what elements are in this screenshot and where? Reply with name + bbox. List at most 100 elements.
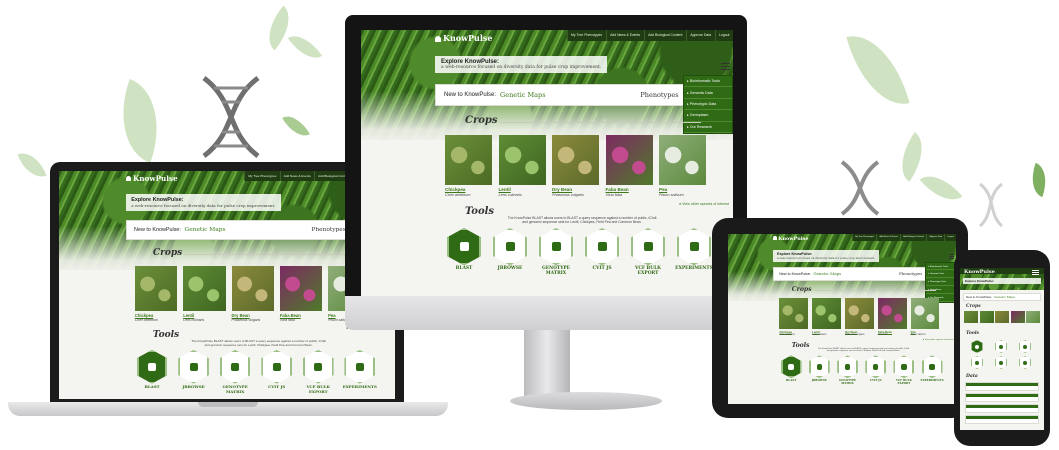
tool-label[interactable]: CVIT JS: [863, 379, 889, 382]
dropdown-menu-item[interactable]: ▸ Phenotypic Data: [926, 278, 955, 287]
crop-card[interactable]: Faba Bean Vicia faba: [605, 135, 653, 201]
new-link[interactable]: Genetic Maps: [500, 91, 546, 99]
crop-image[interactable]: [445, 135, 492, 185]
crop-name[interactable]: Lentil: [183, 313, 194, 318]
tool-label[interactable]: JBROWSE: [806, 379, 832, 382]
nav-link[interactable]: Approve Data: [685, 30, 715, 41]
tool-hexagon-icon[interactable]: [178, 349, 209, 384]
nav-link[interactable]: My Tree Phenotypes: [566, 30, 606, 41]
tool-item[interactable]: CVIT JS: [581, 228, 623, 272]
crop-card[interactable]: Chickpea Cicer arietinum: [445, 135, 492, 201]
tool-hexagon-icon[interactable]: [995, 356, 1007, 369]
tool-item[interactable]: CVIT JS: [258, 349, 296, 390]
tool-label[interactable]: EXPERIMENTS: [341, 385, 379, 389]
crop-name[interactable]: Dry Bean: [232, 313, 250, 318]
crop-image[interactable]: [1026, 311, 1040, 323]
crop-image[interactable]: [134, 265, 178, 311]
tool-item[interactable]: VCF BULK EXPORT: [891, 355, 917, 385]
phenotypes-tab[interactable]: Phenotypes: [640, 91, 678, 99]
tool-item[interactable]: [1016, 340, 1034, 353]
nav-link[interactable]: Approve Data: [926, 234, 944, 241]
tool-hexagon-icon[interactable]: [344, 349, 376, 384]
crop-card[interactable]: Faba Bean Vicia faba: [279, 265, 323, 326]
crop-name[interactable]: Dry Bean: [552, 187, 572, 192]
crop-image[interactable]: [779, 298, 809, 329]
crop-name[interactable]: Pea: [659, 187, 667, 192]
crop-image[interactable]: [183, 265, 226, 311]
crop-image[interactable]: [877, 298, 907, 329]
site-logo[interactable]: KnowPulse: [435, 33, 492, 43]
nav-link[interactable]: My Tree Phenotypes: [244, 171, 279, 181]
tool-hexagon-icon[interactable]: [865, 355, 887, 379]
crop-image[interactable]: [552, 135, 599, 185]
crop-card[interactable]: Lentil Lens culinaris: [812, 298, 842, 338]
crop-card[interactable]: Lentil Lens culinaris: [498, 135, 546, 201]
tool-hexagon-icon[interactable]: [585, 228, 619, 266]
nav-link[interactable]: Add News & Events: [605, 30, 644, 41]
tool-hexagon-icon[interactable]: [302, 349, 334, 384]
site-logo[interactable]: KnowPulse: [125, 174, 178, 183]
data-panel[interactable]: [965, 393, 1039, 402]
tool-hexagon-icon[interactable]: [1019, 356, 1031, 369]
tool-hexagon-icon[interactable]: [493, 228, 527, 266]
tool-label[interactable]: CVIT JS: [581, 267, 623, 272]
nav-link[interactable]: Add News & Events: [279, 171, 314, 181]
tool-hexagon-icon[interactable]: [837, 355, 858, 379]
crop-name[interactable]: Chickpea: [445, 187, 465, 192]
view-other-species-link[interactable]: ● View other species of interest: [679, 202, 729, 206]
tool-item[interactable]: VCF BULK EXPORT: [627, 228, 669, 277]
tool-hexagon-icon[interactable]: [808, 355, 830, 379]
tool-hexagon-icon[interactable]: [677, 228, 711, 266]
tool-hexagon-icon[interactable]: [219, 349, 251, 384]
tool-item[interactable]: GENOTYPE MATRIX: [535, 228, 577, 277]
crop-image[interactable]: [845, 298, 874, 329]
crop-card[interactable]: Dry Bean Phaseolus vulgaris: [845, 298, 874, 338]
tool-hexagon-icon[interactable]: [447, 228, 481, 266]
tool-item[interactable]: BLAST: [778, 355, 804, 382]
crop-image[interactable]: [605, 135, 653, 185]
data-panel[interactable]: [965, 415, 1039, 424]
site-logo[interactable]: KnowPulse: [964, 269, 995, 275]
data-panel[interactable]: [965, 404, 1039, 413]
tool-label[interactable]: EXPERIMENTS: [673, 267, 715, 272]
tool-item[interactable]: EXPERIMENTS: [919, 355, 945, 382]
crop-card[interactable]: [995, 311, 1009, 327]
tool-hexagon-icon[interactable]: [631, 228, 665, 266]
tool-item[interactable]: GENOTYPE MATRIX: [835, 355, 861, 385]
crop-card[interactable]: [979, 311, 994, 327]
crop-image[interactable]: [1010, 311, 1025, 323]
crop-card[interactable]: [964, 311, 978, 327]
new-link[interactable]: Genetic Maps: [994, 295, 1015, 299]
tool-label[interactable]: GENOTYPE MATRIX: [835, 379, 861, 385]
crop-card[interactable]: Dry Bean Phaseolus vulgaris: [231, 265, 274, 326]
new-link[interactable]: Genetic Maps: [813, 271, 841, 276]
dropdown-menu-item[interactable]: ▸ Bioinformatic Tools: [684, 76, 732, 88]
phenotypes-tab[interactable]: Phenotypes: [311, 227, 345, 233]
tool-label[interactable]: BLAST: [443, 267, 485, 272]
tool-hexagon-icon[interactable]: [971, 340, 983, 353]
tool-item[interactable]: CVIT JS: [863, 355, 889, 382]
nav-link[interactable]: Logout: [714, 30, 733, 41]
crop-card[interactable]: Chickpea Cicer arietinum: [134, 265, 178, 326]
tool-item[interactable]: JBROWSE: [489, 228, 531, 272]
dropdown-menu-item[interactable]: ▸ Germplasm: [684, 110, 732, 122]
dropdown-menu-item[interactable]: ▸ Our Research: [684, 122, 732, 133]
tool-hexagon-icon[interactable]: [1019, 340, 1031, 353]
nav-link[interactable]: Add Biological Content: [900, 234, 926, 241]
crop-image[interactable]: [279, 265, 323, 311]
hamburger-icon[interactable]: [1032, 270, 1039, 276]
tool-hexagon-icon[interactable]: [261, 349, 293, 384]
dropdown-menu-item[interactable]: ▸ Bioinformatic Tools: [926, 263, 955, 271]
tool-item[interactable]: VCF BULK EXPORT: [299, 349, 337, 394]
tool-item[interactable]: [968, 340, 986, 353]
dropdown-menu-item[interactable]: ▸ Phenotypic Data: [684, 99, 732, 111]
data-panel[interactable]: [965, 382, 1039, 391]
tool-item[interactable]: BLAST: [443, 228, 485, 272]
tool-hexagon-icon[interactable]: [780, 355, 802, 379]
crop-image[interactable]: [995, 311, 1009, 323]
tool-item[interactable]: [1016, 356, 1034, 369]
crop-card[interactable]: Faba Bean Vicia faba: [877, 298, 907, 338]
tool-label[interactable]: GENOTYPE MATRIX: [216, 385, 254, 393]
tool-hexagon-icon[interactable]: [995, 340, 1007, 353]
tool-label[interactable]: VCF BULK EXPORT: [891, 379, 917, 385]
